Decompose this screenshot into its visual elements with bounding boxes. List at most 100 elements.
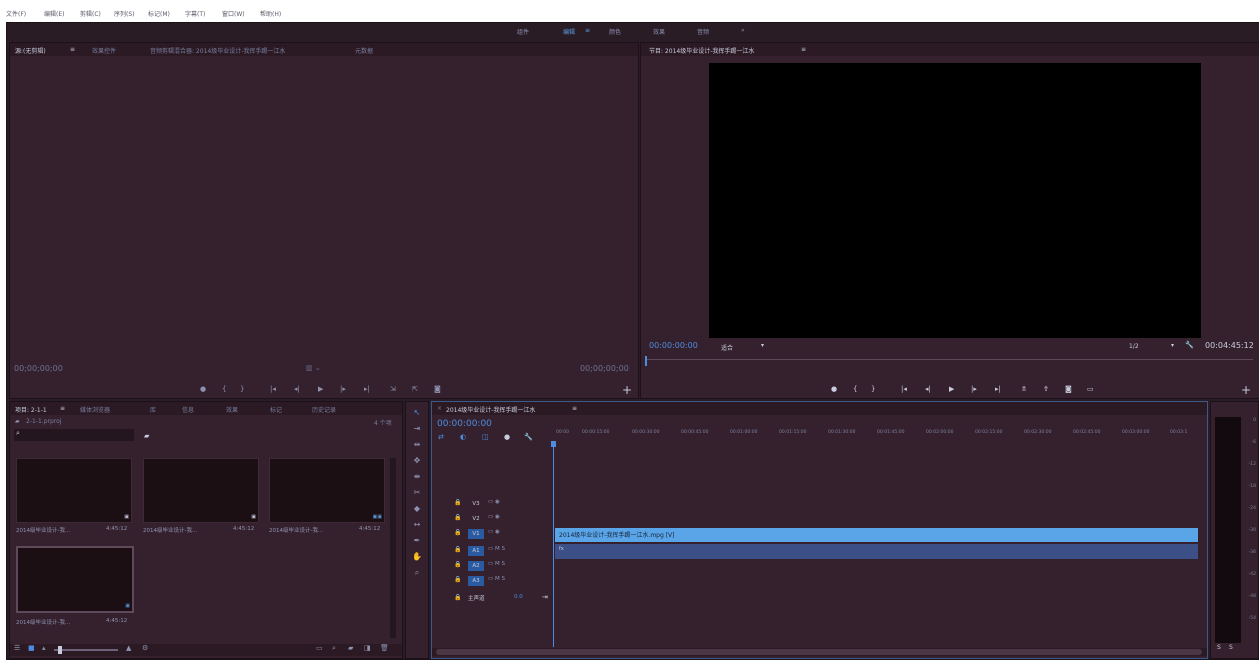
master-volume[interactable]: 0.0 xyxy=(514,594,523,600)
program-add-button-icon[interactable]: + xyxy=(1241,383,1251,397)
workspace-menu-icon[interactable]: ≡ xyxy=(585,27,590,34)
list-view-icon[interactable]: ☰ xyxy=(14,644,20,652)
workspace-effects[interactable]: 效果 xyxy=(653,27,665,36)
menu-edit[interactable]: 编辑(E) xyxy=(44,9,64,18)
resolution-chevron-icon[interactable]: ▾ xyxy=(1171,342,1174,349)
tab-source[interactable]: 源:(无剪辑) xyxy=(15,46,46,55)
video-clip[interactable]: 2014级毕业设计-我挥手踢一江水.mpg [V] xyxy=(555,528,1198,542)
lift-icon[interactable]: ⇯ xyxy=(1021,385,1027,393)
go-to-end-icon[interactable]: ⇥ xyxy=(542,593,548,601)
play-icon[interactable]: ▶ xyxy=(318,385,323,393)
track-select-tool-icon[interactable]: ⇥ xyxy=(409,424,425,436)
tab-program-menu-icon[interactable]: ≡ xyxy=(801,46,806,53)
program-add-marker-icon[interactable]: ● xyxy=(831,385,837,393)
track-toggle-icons[interactable]: ▭ ◉ xyxy=(488,529,500,535)
linked-selection-icon[interactable]: ◫ xyxy=(482,433,489,441)
track-name[interactable]: V1 xyxy=(468,529,484,539)
go-to-out-icon[interactable]: ▸| xyxy=(364,385,370,393)
rolling-edit-tool-icon[interactable]: ✥ xyxy=(409,456,425,468)
track-toggle-icons[interactable]: ▭ M S xyxy=(488,576,505,582)
track-name[interactable]: V3 xyxy=(468,499,484,509)
timeline-marker-icon[interactable]: ● xyxy=(504,433,510,441)
tab-markers[interactable]: 标记 xyxy=(270,405,282,414)
step-forward-icon[interactable]: |▸ xyxy=(340,385,346,393)
tab-media-browser[interactable]: 媒体浏览器 xyxy=(80,405,110,414)
sort-icon[interactable]: ▴ xyxy=(42,644,46,652)
freeform-view-icon[interactable]: ▭ xyxy=(316,644,323,652)
timeline-playhead[interactable] xyxy=(553,447,554,647)
tab-project[interactable]: 项目: 2-1-1 xyxy=(15,405,47,414)
lock-icon[interactable]: 🔒 xyxy=(454,546,461,553)
project-item-thumbnail[interactable]: ▣▣ xyxy=(269,458,385,523)
project-item-thumbnail[interactable]: ▣ xyxy=(143,458,259,523)
menu-sequence[interactable]: 序列(S) xyxy=(114,9,135,18)
track-area[interactable]: 2014级毕业设计-我挥手踢一江水.mpg [V] fx xyxy=(551,441,1199,647)
source-timecode-right[interactable]: 00;00;00;00 xyxy=(580,364,629,373)
track-name[interactable]: A1 xyxy=(468,546,484,556)
menu-file[interactable]: 文件(F) xyxy=(6,9,26,18)
insert-icon[interactable]: ⇲ xyxy=(390,385,396,393)
tab-sequence[interactable]: 2014级毕业设计-我挥手踢一江水 xyxy=(446,405,535,414)
workspace-assembly[interactable]: 组件 xyxy=(517,27,529,36)
program-step-forward-icon[interactable]: |▸ xyxy=(971,385,977,393)
program-playhead[interactable] xyxy=(645,356,647,366)
selection-tool-icon[interactable]: ↖ xyxy=(409,408,425,420)
source-settings-icon[interactable]: ▥ ⌄ xyxy=(306,364,321,372)
workspace-editing[interactable]: 编辑 xyxy=(563,27,575,36)
track-toggle-icons[interactable]: ▭ ◉ xyxy=(488,499,500,505)
project-search-input[interactable]: ⌕ xyxy=(14,429,134,441)
lock-icon[interactable]: 🔒 xyxy=(454,529,461,536)
track-name[interactable]: V2 xyxy=(468,514,484,524)
track-v3[interactable]: 🔒 V3 ▭ ◉ xyxy=(432,497,552,511)
project-item-thumbnail[interactable]: ▣ xyxy=(16,458,132,523)
wrench-icon[interactable]: 🔧 xyxy=(1185,341,1194,349)
source-timecode-left[interactable]: 00;00;00;00 xyxy=(14,364,63,373)
playhead-handle[interactable] xyxy=(551,441,556,447)
extract-icon[interactable]: ⇮ xyxy=(1043,385,1049,393)
zoom-slider-handle[interactable] xyxy=(58,646,62,654)
new-item-icon[interactable]: ◨ xyxy=(364,644,371,652)
ripple-edit-tool-icon[interactable]: ⇹ xyxy=(409,440,425,452)
menu-help[interactable]: 帮助(H) xyxy=(260,9,281,18)
fit-dropdown[interactable]: 适合 xyxy=(721,343,733,352)
new-bin-footer-icon[interactable]: ▰ xyxy=(348,644,353,652)
timeline-close-icon[interactable]: × xyxy=(437,405,442,412)
zoom-slider[interactable] xyxy=(54,646,118,654)
timeline-settings-icon[interactable]: 🔧 xyxy=(524,433,533,441)
tab-libraries[interactable]: 库 xyxy=(150,405,156,414)
zoom-tool-icon[interactable]: ⌕ xyxy=(409,568,425,580)
tab-effects[interactable]: 效果 xyxy=(226,405,238,414)
menu-title[interactable]: 字幕(T) xyxy=(185,9,205,18)
menu-marker[interactable]: 标记(M) xyxy=(148,9,170,18)
project-scrollbar[interactable] xyxy=(390,458,396,638)
track-toggle-icons[interactable]: ▭ M S xyxy=(488,561,505,567)
overwrite-icon[interactable]: ⇱ xyxy=(412,385,418,393)
track-a1[interactable]: 🔒 A1 ▭ M S xyxy=(432,544,552,558)
tab-info[interactable]: 信息 xyxy=(182,405,194,414)
fit-chevron-icon[interactable]: ▾ xyxy=(761,342,764,349)
workspace-more-icon[interactable]: » xyxy=(741,27,745,34)
hand-tool-icon[interactable]: ✋ xyxy=(409,552,425,564)
snap-icon[interactable]: ◐ xyxy=(460,433,466,441)
tab-project-menu-icon[interactable]: ≡ xyxy=(60,405,65,412)
workspace-audio[interactable]: 音频 xyxy=(697,27,709,36)
program-export-frame-icon[interactable]: ◙ xyxy=(1065,385,1072,393)
comparison-view-icon[interactable]: ▭ xyxy=(1087,385,1094,393)
new-bin-icon[interactable]: ▰ xyxy=(144,432,149,440)
pen-tool-icon[interactable]: ✒ xyxy=(409,536,425,548)
program-step-back-icon[interactable]: ◂| xyxy=(925,385,931,393)
lock-icon[interactable]: 🔒 xyxy=(454,561,461,568)
program-timecode-left[interactable]: 00:00:00:00 xyxy=(649,341,698,350)
tab-program[interactable]: 节目: 2014级毕业设计-我挥手踢一江水 xyxy=(649,46,754,55)
resolution-dropdown[interactable]: 1/2 xyxy=(1129,343,1139,350)
lock-icon[interactable]: 🔒 xyxy=(454,514,461,521)
workspace-color[interactable]: 颜色 xyxy=(609,27,621,36)
go-to-in-icon[interactable]: |◂ xyxy=(270,385,276,393)
track-a3[interactable]: 🔒 A3 ▭ M S xyxy=(432,574,552,588)
slip-tool-icon[interactable]: ◆ xyxy=(409,504,425,516)
track-a2[interactable]: 🔒 A2 ▭ M S xyxy=(432,559,552,573)
source-add-button-icon[interactable]: + xyxy=(622,383,632,397)
add-marker-icon[interactable]: ● xyxy=(200,385,206,393)
lock-icon[interactable]: 🔒 xyxy=(454,576,461,583)
tab-metadata[interactable]: 元数据 xyxy=(355,46,373,55)
